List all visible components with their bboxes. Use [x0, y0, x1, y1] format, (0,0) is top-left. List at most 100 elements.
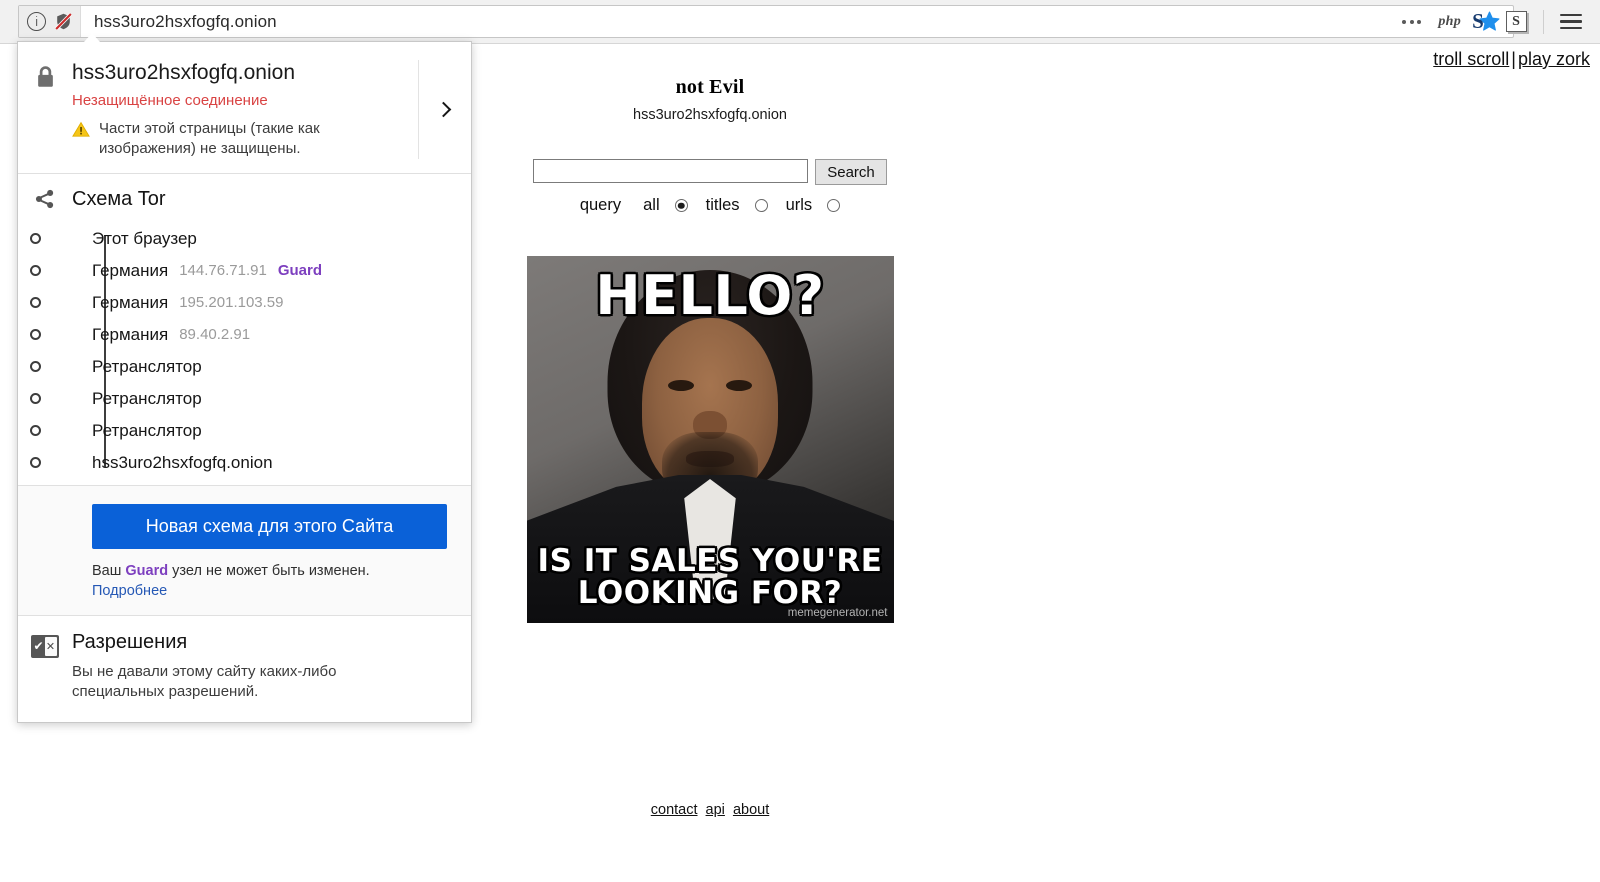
check-glyph: ✔: [33, 639, 44, 654]
footer-link-about[interactable]: about: [733, 802, 769, 818]
identity-header: hss3uro2hsxfogfq.onion Незащищённое соед…: [18, 42, 471, 174]
permissions-icon-wrap: ✔ ✕: [18, 632, 72, 658]
lock-icon-wrap: [18, 60, 72, 90]
tor-circuit-title: Схема Tor: [72, 187, 166, 210]
extension-2-label: S: [1505, 11, 1527, 32]
hamburger-menu-icon[interactable]: [1552, 5, 1590, 38]
footer-link-contact[interactable]: contact: [651, 802, 698, 818]
guard-note-badge: Guard: [125, 562, 169, 579]
circuit-node-name: Германия: [92, 292, 169, 312]
radio-titles[interactable]: [754, 199, 768, 212]
scope-option-titles[interactable]: titles: [706, 196, 768, 215]
toolbar-extensions: S S: [1459, 5, 1590, 38]
extension-button-2[interactable]: S: [1497, 5, 1535, 38]
toolbar-separator: [1543, 9, 1544, 34]
identity-expand-button[interactable]: [418, 60, 471, 159]
scope-option-urls-label: urls: [785, 196, 813, 214]
circuit-node: Ретранслятор: [30, 383, 471, 415]
radio-urls[interactable]: [827, 199, 841, 212]
identity-host: hss3uro2hsxfogfq.onion: [72, 61, 295, 84]
new-circuit-button[interactable]: Новая схема для этого Сайта: [92, 503, 447, 549]
link-play-zork[interactable]: play zork: [1518, 49, 1590, 69]
warning-triangle-icon: [72, 121, 90, 138]
tor-icon-wrap: [18, 188, 72, 210]
circuit-node-dot: [30, 393, 41, 405]
circuit-node: Германия 144.76.71.91 Guard: [30, 255, 471, 287]
circuit-node: Германия 89.40.2.91: [30, 319, 471, 351]
corner-links-separator: |: [1511, 49, 1516, 69]
circuit-node-name: Ретранслятор: [92, 420, 202, 440]
scope-option-urls[interactable]: urls: [786, 196, 841, 215]
extension-button-1[interactable]: S: [1459, 5, 1497, 38]
permissions-body: Разрешения Вы не давали этому сайту каки…: [72, 632, 372, 703]
circuit-node: hss3uro2hsxfogfq.onion: [30, 447, 471, 479]
meme-top-text: HELLO?: [595, 264, 825, 327]
circuit-node: Германия 195.201.103.59: [30, 287, 471, 319]
info-circle-icon[interactable]: [27, 12, 46, 31]
corner-links: troll scroll | play zork: [1433, 49, 1590, 70]
tor-circuit-section: Схема Tor Этот браузер Германия 144.76.7…: [18, 174, 471, 485]
footer-links: contact api about: [0, 802, 1420, 818]
permissions-title: Разрешения: [72, 630, 188, 653]
learn-more-link[interactable]: Подробнее: [92, 583, 471, 599]
circuit-node: Этот браузер: [30, 223, 471, 255]
search-button[interactable]: Search: [815, 159, 887, 185]
permissions-section: ✔ ✕ Разрешения Вы не давали этому сайту …: [18, 614, 471, 723]
circuit-node-name: Ретранслятор: [92, 388, 202, 408]
guard-note-prefix: Ваш: [92, 562, 126, 579]
circuit-node-name: Германия: [92, 324, 169, 344]
scope-option-all[interactable]: all: [643, 196, 688, 215]
circuit-node-dot: [30, 457, 41, 469]
ellipsis-icon[interactable]: [1402, 19, 1422, 24]
search-input[interactable]: [533, 159, 809, 183]
share-nodes-icon: [34, 188, 56, 210]
circuit-node-name: Ретранслятор: [92, 356, 202, 376]
radio-all[interactable]: [674, 199, 688, 212]
circuit-node-ip: 89.40.2.91: [179, 326, 251, 344]
circuit-node-name: Этот браузер: [92, 228, 197, 248]
circuit-node-dot: [30, 265, 41, 277]
circuit-node-dot: [30, 425, 41, 437]
circuit-node-ip: 144.76.71.91: [179, 262, 267, 280]
scope-option-all-label: all: [643, 196, 660, 214]
link-troll-scroll[interactable]: troll scroll: [1433, 49, 1509, 69]
mixed-content-warning-text: Части этой страницы (такие как изображен…: [99, 120, 320, 157]
url-bar[interactable]: hss3uro2hsxfogfq.onion php: [18, 5, 1514, 38]
identity-main: hss3uro2hsxfogfq.onion Незащищённое соед…: [72, 60, 418, 159]
circuit-node-name: hss3uro2hsxfogfq.onion: [92, 452, 273, 472]
lock-icon: [35, 64, 56, 90]
php-addon-icon[interactable]: php: [1438, 14, 1461, 30]
identity-popup: hss3uro2hsxfogfq.onion Незащищённое соед…: [17, 33, 472, 724]
footer-link-api[interactable]: api: [706, 802, 725, 818]
circuit-node-badge: Guard: [277, 262, 322, 280]
permissions-text: Вы не давали этому сайту каких-либо спец…: [72, 662, 337, 701]
permissions-icon: ✔ ✕: [31, 634, 59, 658]
tor-circuit-header: Схема Tor: [18, 188, 471, 211]
circuit-node-dot: [30, 361, 41, 373]
meme-bottom-text: IS IT SALES YOU'RE LOOKING FOR?: [537, 542, 883, 611]
circuit-node-name: Германия: [92, 260, 169, 280]
scope-option-titles-label: titles: [705, 196, 740, 214]
chevron-right-icon: [435, 101, 452, 118]
mixed-content-warning: Части этой страницы (такие как изображен…: [72, 119, 408, 159]
url-text[interactable]: hss3uro2hsxfogfq.onion: [81, 12, 277, 32]
circuit-node: Ретранслятор: [30, 415, 471, 447]
shield-slash-icon[interactable]: [53, 11, 74, 32]
connection-status: Незащищённое соединение: [72, 92, 268, 110]
circuit-node-dot: [30, 297, 41, 309]
circuit-node: Ретранслятор: [30, 351, 471, 383]
tor-circuit-list: Этот браузер Германия 144.76.71.91 Guard…: [18, 223, 471, 479]
meme-eye-right: [725, 380, 752, 391]
guard-note: Ваш Guard узел не может быть изменен.: [92, 563, 471, 579]
scope-label: query: [579, 196, 622, 214]
circuit-node-ip: 195.201.103.59: [179, 294, 284, 312]
meme-image: HELLO? IS IT SALES YOU'RE LOOKING FOR? m…: [526, 256, 894, 623]
circuit-node-dot: [30, 233, 41, 245]
meme-watermark: memegenerator.net: [787, 607, 888, 619]
identity-box[interactable]: [19, 6, 81, 37]
cross-glyph: ✕: [44, 636, 57, 656]
browser-toolbar: hss3uro2hsxfogfq.onion php S S: [0, 0, 1600, 44]
extension-1-label: S: [1472, 9, 1484, 33]
circuit-node-dot: [30, 329, 41, 341]
guard-note-suffix: узел не может быть изменен.: [168, 562, 370, 579]
